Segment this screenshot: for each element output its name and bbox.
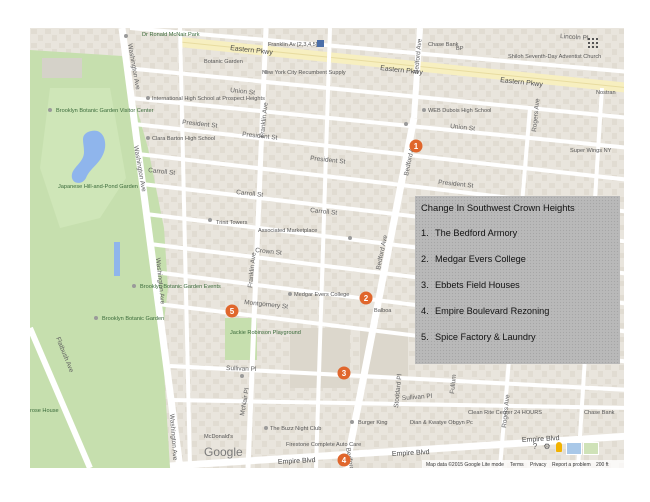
- poi-label: Brooklyn Botanic Garden Visitor Center: [56, 108, 154, 114]
- subway-icon: [317, 40, 324, 47]
- marker-number: 2: [364, 294, 369, 303]
- park-label: Dr Ronald McNair Park: [142, 32, 200, 38]
- poi-label: Clara Barton High School: [152, 136, 215, 142]
- terms-link[interactable]: Terms: [510, 462, 524, 468]
- poi-label: Firestone Complete Auto Care: [286, 442, 361, 448]
- legend-item-label: Spice Factory & Laundry: [435, 332, 536, 342]
- poi-label: Jackie Robinson Playground: [230, 330, 301, 336]
- privacy-link[interactable]: Privacy: [530, 462, 547, 468]
- map-data-credit: Map data ©2015 Google: [426, 461, 481, 468]
- apps-grid-icon[interactable]: [588, 38, 598, 48]
- help-icon[interactable]: ?: [530, 442, 540, 452]
- poi-label: Japanese Hill-and-Pond Garden: [58, 184, 138, 190]
- poi-label: Super Wings NY: [570, 148, 612, 154]
- satellite-view-thumb[interactable]: [566, 442, 582, 455]
- poi-label: Clean Rite Center 24 HOURS: [468, 410, 542, 416]
- cherry-esplanade: [114, 242, 120, 276]
- poi-label: WEB Dubois High School: [428, 108, 491, 114]
- poi-label: New York City Recumbent Supply: [262, 70, 346, 76]
- marker-number: 4: [342, 456, 347, 465]
- legend-item-label: Ebbets Field Houses: [435, 280, 520, 290]
- legend-item: 4. Empire Boulevard Rezoning: [421, 306, 549, 316]
- poi-label: Botanic Garden: [204, 59, 243, 65]
- map-marker-1[interactable]: 1: [409, 139, 423, 153]
- poi-label: Nostran: [596, 90, 616, 96]
- legend-item-label: Empire Boulevard Rezoning: [435, 306, 550, 316]
- legend-item: 3. Ebbets Field Houses: [421, 280, 520, 290]
- google-logo: Google: [204, 445, 243, 459]
- legend-item-number: 2.: [421, 254, 429, 264]
- scale-label: 200 ft: [596, 462, 609, 468]
- settings-gear-icon[interactable]: ⚙: [542, 442, 552, 452]
- garden-beds: [42, 58, 82, 78]
- terrain-view-thumb[interactable]: [583, 442, 599, 455]
- poi-label: Brooklyn Botanic Garden: [102, 316, 164, 322]
- poi-label: McDonald's: [204, 434, 233, 440]
- legend-item-label: The Bedford Armory: [435, 228, 518, 238]
- marker-number: 1: [414, 142, 419, 151]
- poi-label: Trinit Towers: [216, 220, 248, 226]
- map-marker-4[interactable]: 4: [337, 453, 351, 467]
- legend-item-number: 5.: [421, 332, 429, 342]
- lite-mode-link[interactable]: Lite mode: [482, 462, 504, 468]
- marker-number: 3: [342, 369, 347, 378]
- legend-item-number: 4.: [421, 306, 429, 316]
- legend-title: Change In Southwest Crown Heights: [421, 202, 575, 213]
- poi-label: rose House: [30, 408, 59, 414]
- legend-item-number: 3.: [421, 280, 429, 290]
- poi-label: Franklin Av [2,3,4,5]: [268, 42, 318, 48]
- poi-label: Burger King: [358, 420, 388, 426]
- legend-item: 1. The Bedford Armory: [421, 228, 517, 238]
- poi-label: International High School at Prospect He…: [152, 96, 265, 102]
- poi-label: Balboa: [374, 308, 392, 314]
- poi-label: Brooklyn Botanic Garden Events: [140, 284, 221, 290]
- legend-item-number: 1.: [421, 228, 429, 238]
- street-label: Sullivan Pl: [226, 365, 257, 373]
- map-marker-5[interactable]: 5: [225, 304, 239, 318]
- poi-label: Dian & Kwatye Obgyn Pc: [410, 420, 473, 426]
- legend-item-label: Medgar Evers College: [435, 254, 526, 264]
- poi-label: Associated Marketplace: [258, 228, 317, 234]
- marker-number: 5: [230, 307, 235, 316]
- pegman-icon[interactable]: [556, 442, 562, 452]
- legend-item: 5. Spice Factory & Laundry: [421, 332, 536, 342]
- poi-label: Chase Bank: [584, 410, 615, 416]
- poi-label: Medgar Evers College: [294, 292, 349, 298]
- poi-label: The Buzz Night Club: [270, 426, 321, 432]
- map-marker-2[interactable]: 2: [359, 291, 373, 305]
- poi-label: Chase Bank: [428, 42, 459, 48]
- poi-label: BP: [456, 46, 464, 52]
- legend-item: 2. Medgar Evers College: [421, 254, 526, 264]
- poi-label: Shiloh Seventh-Day Adventist Church: [508, 54, 601, 60]
- map-marker-3[interactable]: 3: [337, 366, 351, 380]
- report-problem-link[interactable]: Report a problem: [552, 462, 591, 468]
- legend-panel: Change In Southwest Crown Heights 1. The …: [415, 196, 620, 364]
